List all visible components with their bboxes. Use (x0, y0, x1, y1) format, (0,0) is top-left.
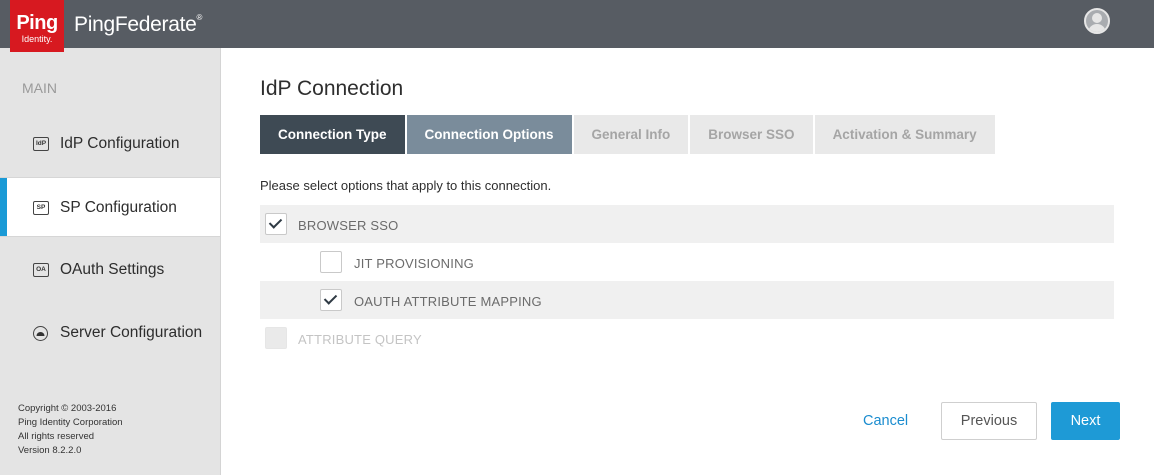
top-header: Ping Identity. PingFederate® (0, 0, 1154, 52)
tab-connection-type[interactable]: Connection Type (260, 115, 405, 154)
avatar-head (1092, 13, 1102, 23)
sidebar: MAIN IdP IdP Configuration SP SP Configu… (0, 48, 221, 475)
oauth-attribute-mapping-checkbox[interactable] (320, 289, 342, 311)
checkmark-icon (323, 291, 338, 305)
sp-icon: SP (33, 201, 49, 215)
company-line: Ping Identity Corporation (18, 417, 123, 428)
sidebar-item-label: SP Configuration (60, 199, 177, 216)
tab-browser-sso: Browser SSO (690, 115, 813, 154)
oauth-attribute-mapping-label: OAUTH ATTRIBUTE MAPPING (354, 294, 542, 309)
ping-logo[interactable]: Ping Identity. (10, 0, 64, 52)
browser-sso-label: BROWSER SSO (298, 218, 399, 233)
option-browser-sso: BROWSER SSO (260, 205, 1114, 243)
copyright-block: Copyright © 2003-2016 Ping Identity Corp… (18, 402, 123, 458)
trademark-mark: ® (196, 13, 203, 22)
browser-sso-checkbox[interactable] (265, 213, 287, 235)
jit-provisioning-label: JIT PROVISIONING (354, 256, 474, 271)
tab-general-info: General Info (573, 115, 689, 154)
sidebar-item-label: IdP Configuration (60, 135, 180, 152)
attribute-query-checkbox (265, 327, 287, 349)
wizard-tabs: Connection Type Connection Options Gener… (260, 115, 997, 154)
instructions-text: Please select options that apply to this… (260, 178, 552, 193)
version-line: Version 8.2.2.0 (18, 445, 82, 456)
copyright-line: Copyright © 2003-2016 (18, 403, 117, 414)
sidebar-item-sp-configuration[interactable]: SP SP Configuration (0, 177, 220, 237)
option-jit-provisioning: JIT PROVISIONING (260, 243, 1114, 281)
avatar-body (1088, 24, 1106, 32)
product-name-text: PingFederate (74, 13, 197, 36)
option-oauth-attribute-mapping: OAUTH ATTRIBUTE MAPPING (260, 281, 1114, 319)
logo-sub-text: Identity. (21, 34, 53, 44)
sidebar-item-label: Server Configuration (60, 324, 203, 341)
sidebar-item-server-configuration[interactable]: Server Configuration (0, 303, 220, 363)
tab-connection-options[interactable]: Connection Options (406, 115, 572, 154)
sidebar-item-oauth-settings[interactable]: OA OAuth Settings (0, 240, 220, 300)
checkmark-icon (268, 215, 283, 229)
jit-provisioning-checkbox[interactable] (320, 251, 342, 273)
page-title: IdP Connection (260, 77, 404, 100)
server-icon (33, 326, 48, 341)
option-attribute-query: ATTRIBUTE QUERY (260, 319, 1114, 357)
server-glyph (36, 332, 45, 336)
rights-line: All rights reserved (18, 431, 95, 442)
previous-button[interactable]: Previous (941, 402, 1037, 440)
sidebar-item-idp-configuration[interactable]: IdP IdP Configuration (0, 114, 220, 174)
sidebar-item-label: OAuth Settings (60, 261, 165, 278)
oauth-icon: OA (33, 263, 49, 277)
user-avatar-icon[interactable] (1084, 8, 1110, 34)
idp-icon: IdP (33, 137, 49, 151)
active-indicator (0, 178, 7, 236)
sidebar-heading: MAIN (22, 80, 57, 96)
next-button[interactable]: Next (1051, 402, 1120, 440)
attribute-query-label: ATTRIBUTE QUERY (298, 332, 422, 347)
tab-activation-summary: Activation & Summary (814, 115, 995, 154)
product-name: PingFederate® (74, 13, 202, 37)
cancel-button[interactable]: Cancel (850, 402, 921, 440)
logo-main-text: Ping (16, 12, 58, 34)
